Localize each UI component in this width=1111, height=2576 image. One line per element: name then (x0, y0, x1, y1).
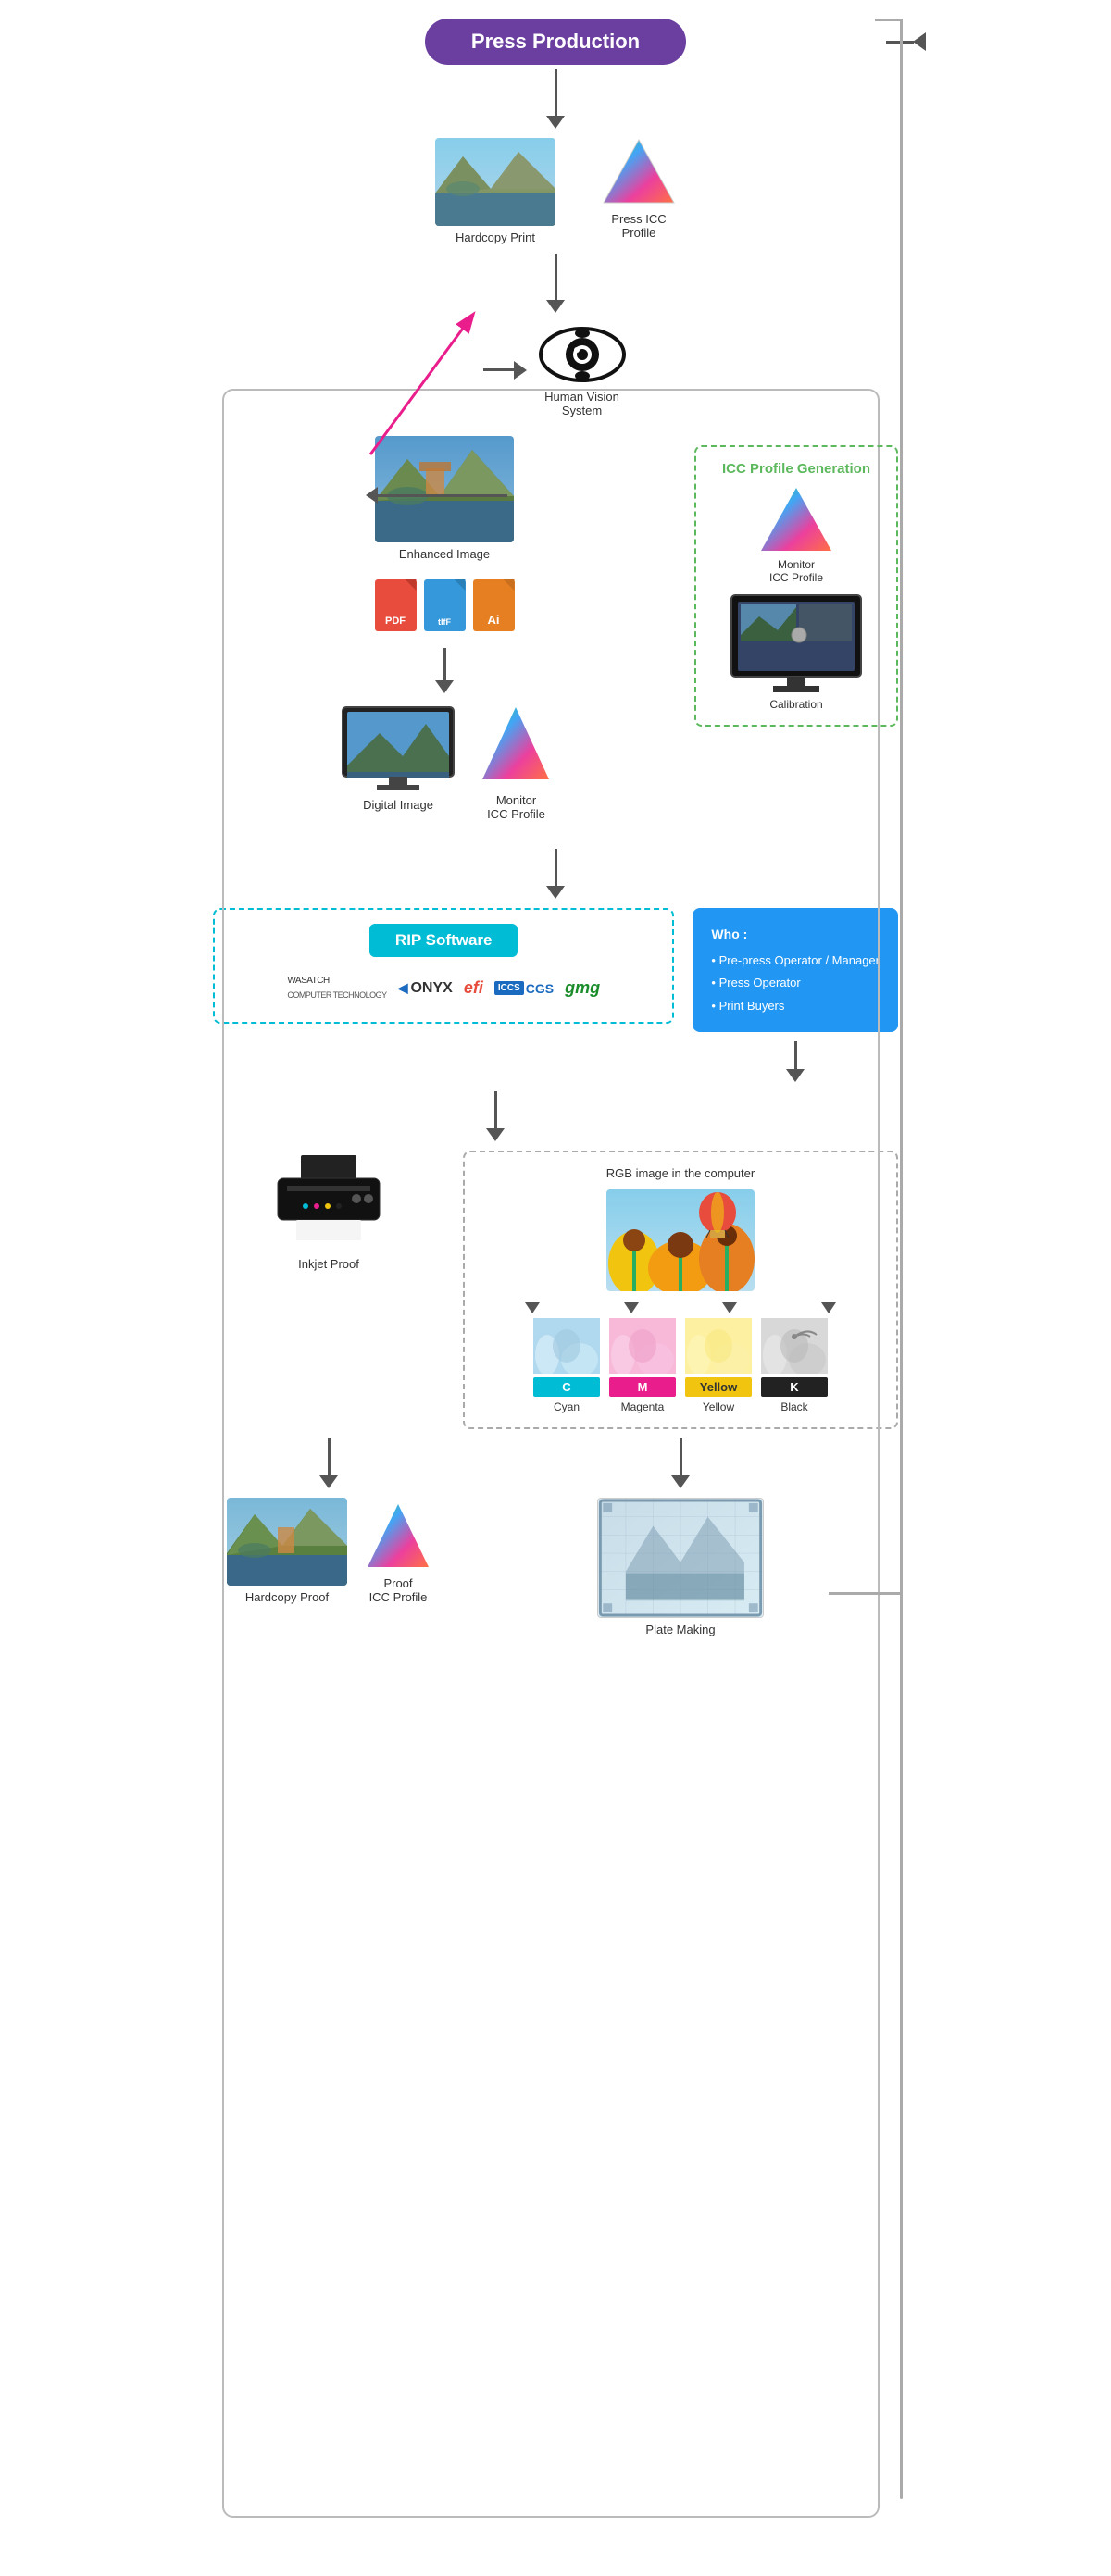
ai-icon: Ai (473, 579, 515, 631)
press-production-title: Press Production (471, 30, 640, 53)
digital-image-monitor (338, 705, 458, 793)
who-item-2: • Press Operator (711, 972, 880, 995)
arrow-who (786, 1041, 805, 1082)
human-vision-section: Human VisionSystem (213, 322, 898, 417)
hardcopy-proof-label: Hardcopy Proof (245, 1590, 329, 1604)
channel-y: Yellow Yellow (685, 1318, 752, 1413)
channel-c: C Cyan (533, 1318, 600, 1413)
onyx-logo: ◀ ONYX (398, 980, 453, 997)
printer-icon (268, 1151, 389, 1252)
plate-making-label: Plate Making (645, 1623, 715, 1636)
who-item-1: • Pre-press Operator / Manager (711, 950, 880, 973)
who-item-3: • Print Buyers (711, 995, 880, 1018)
inkjet-proof-label: Inkjet Proof (298, 1257, 359, 1271)
brand-logos: WASATCH COMPUTER TECHNOLOGY ◀ ONYX efi I… (229, 968, 658, 1008)
channel-k: K Black (761, 1318, 828, 1413)
who-title: Who : (711, 922, 880, 947)
who-box: Who : • Pre-press Operator / Manager • P… (693, 908, 898, 1032)
rip-software-label: RIP Software (369, 924, 518, 957)
press-icc-label: Press ICCProfile (611, 212, 666, 240)
hardcopy-print-image (435, 138, 556, 226)
hardcopy-print-label: Hardcopy Print (456, 230, 535, 244)
proof-icc-gamut (366, 1502, 431, 1572)
tiff-icon: tIfF (424, 579, 466, 631)
black-name: Black (780, 1400, 807, 1413)
enhanced-image-label: Enhanced Image (399, 547, 490, 561)
rgb-label: RGB image in the computer (479, 1166, 882, 1180)
rip-software-section: RIP Software WASATCH COMPUTER TECHNOLOGY… (213, 908, 674, 1024)
icc-generation-title: ICC Profile Generation (710, 461, 882, 477)
channel-m: M Magenta (609, 1318, 676, 1413)
arrow-7 (671, 1438, 690, 1488)
icc-generation-box: ICC Profile Generation MonitorICC Profil (694, 445, 898, 727)
digital-image-label: Digital Image (363, 798, 433, 812)
cmyk-channels: C Cyan M Magenta (479, 1318, 882, 1413)
cgs-logo: ICCS CGS (494, 981, 554, 996)
magenta-name: Magenta (621, 1400, 665, 1413)
plate-making-image (597, 1498, 764, 1618)
gmg-logo: gmg (565, 978, 600, 998)
arrow-2 (213, 254, 898, 313)
efi-logo: efi (464, 978, 483, 998)
arrow-5 (93, 1091, 898, 1141)
press-production-box: Press Production (425, 19, 686, 65)
calibration-monitor (727, 593, 866, 695)
calibration-label: Calibration (769, 698, 822, 711)
eye-icon (536, 322, 629, 387)
hardcopy-section: Hardcopy Print Press ICCProfile (213, 138, 898, 244)
arrow-4 (213, 849, 898, 899)
monitor-icc-gamut (481, 705, 551, 789)
arrow-3 (435, 648, 454, 693)
proof-icc-label: ProofICC Profile (369, 1576, 428, 1604)
wasatch-logo: WASATCH COMPUTER TECHNOLOGY (287, 976, 386, 1001)
yellow-name: Yellow (703, 1400, 734, 1413)
rgb-image (606, 1189, 755, 1291)
pdf-icon: PDF (375, 579, 417, 631)
monitor-icc-label-2: MonitorICC Profile (487, 793, 545, 821)
cyan-name: Cyan (554, 1400, 580, 1413)
file-formats: PDF tIfF Ai (375, 579, 515, 631)
human-vision-label: Human VisionSystem (544, 390, 619, 417)
press-icc-gamut (602, 138, 676, 207)
monitor-icc-inner-label: MonitorICC Profile (769, 558, 823, 584)
rgb-cmyk-box: RGB image in the computer (463, 1151, 898, 1429)
arrow-6 (319, 1438, 338, 1488)
arrow-1 (213, 69, 898, 129)
hardcopy-proof-image (227, 1498, 347, 1586)
icc-gamut-inner (759, 486, 833, 555)
